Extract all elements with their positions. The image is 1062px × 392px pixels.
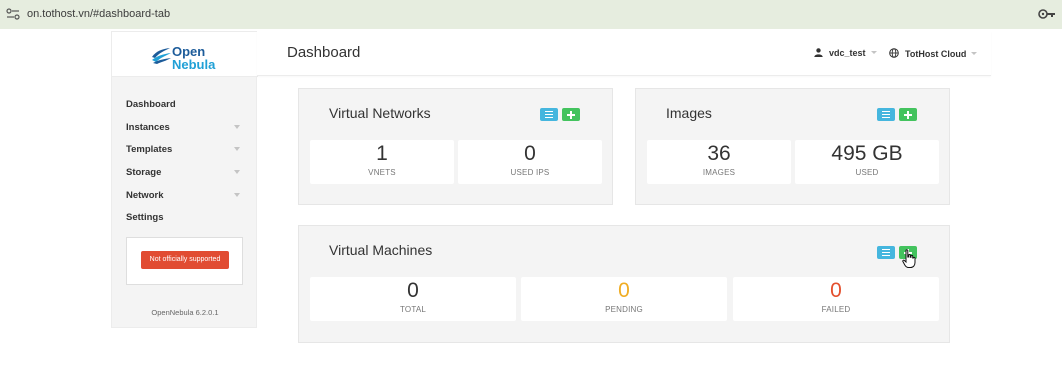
hand-cursor-icon [902,249,916,268]
stat-total-vms[interactable]: 0 TOTAL [310,277,516,321]
stat-label: IMAGES [702,168,736,177]
not-supported-badge[interactable]: Not officially supported [141,251,229,269]
user-menu[interactable]: vdc_test [814,48,877,58]
chevron-down-icon [234,170,240,174]
panel-title: Images [666,105,712,121]
sidebar-item-storage[interactable]: Storage [126,164,244,182]
stat-value: 0 [524,142,536,165]
add-image-button[interactable] [899,108,917,121]
url-text[interactable]: on.tothost.vn/#dashboard-tab [27,8,170,20]
sidebar-item-templates[interactable]: Templates [126,141,244,159]
stat-value: 1 [376,142,388,165]
stat-images[interactable]: 36 IMAGES [647,140,791,184]
sidebar-item-label: Templates [126,144,173,155]
panel-title: Virtual Machines [329,242,433,258]
chevron-down-icon [234,125,240,129]
virtual-machines-panel: Virtual Machines 0 TOTAL 0 PENDING 0 FAI… [298,225,950,343]
top-header: Dashboard vdc_test TotHost Cloud [257,31,991,76]
stat-label: USED IPS [510,168,550,177]
stat-label: VNETS [368,168,396,177]
globe-icon [889,48,899,58]
stat-value: 36 [707,142,731,165]
username: vdc_test [829,48,866,58]
stat-value: 0 [830,279,842,302]
sidebar-item-network[interactable]: Network [126,187,244,205]
chevron-down-icon [870,51,877,54]
stat-value: 495 GB [831,142,903,165]
zone-menu[interactable]: TotHost Cloud [889,48,978,59]
browser-address-bar: on.tothost.vn/#dashboard-tab [0,0,1062,29]
sidebar-item-dashboard[interactable]: Dashboard [126,96,244,114]
sidebar-item-label: Instances [126,122,170,133]
stat-label: USED [855,168,879,177]
version-text: OpenNebula 6.2.0.1 [151,308,219,317]
sidebar-item-label: Dashboard [126,99,176,110]
list-vnets-button[interactable] [540,108,558,121]
stat-value: 0 [407,279,419,302]
password-key-icon[interactable] [1038,7,1056,21]
sidebar-item-settings[interactable]: Settings [126,209,244,227]
site-settings-icon[interactable] [6,8,20,20]
chevron-down-icon [971,52,978,55]
sidebar-item-instances[interactable]: Instances [126,119,244,137]
sidebar: Open Nebula Dashboard Instances Template… [111,31,258,328]
chevron-down-icon [234,193,240,197]
sidebar-item-label: Storage [126,167,162,178]
sidebar-item-label: Network [126,190,164,201]
list-vms-button[interactable] [877,246,895,259]
stat-label: FAILED [821,305,851,314]
virtual-networks-panel: Virtual Networks 1 VNETS 0 USED IPS [298,88,613,205]
stat-used-storage[interactable]: 495 GB USED [795,140,939,184]
logo-text-nebula: Nebula [172,57,216,72]
images-panel: Images 36 IMAGES 495 GB USED [635,88,950,205]
stat-pending-vms[interactable]: 0 PENDING [521,277,727,321]
user-icon [814,48,823,57]
stat-label: PENDING [605,305,643,314]
sidebar-item-label: Settings [126,212,164,223]
nebula-logo-icon [152,48,171,64]
panel-title: Virtual Networks [329,105,431,121]
list-images-button[interactable] [877,108,895,121]
add-vnet-button[interactable] [562,108,580,121]
stat-vnets[interactable]: 1 VNETS [310,140,454,184]
stat-used-ips[interactable]: 0 USED IPS [458,140,602,184]
page-title: Dashboard [287,44,361,61]
support-notice: Not officially supported [126,237,243,285]
opennebula-logo[interactable]: Open Nebula [112,32,258,77]
stat-label: TOTAL [399,305,427,314]
stat-failed-vms[interactable]: 0 FAILED [733,277,939,321]
zone-name: TotHost Cloud [905,49,967,59]
chevron-down-icon [234,147,240,151]
stat-value: 0 [618,279,630,302]
